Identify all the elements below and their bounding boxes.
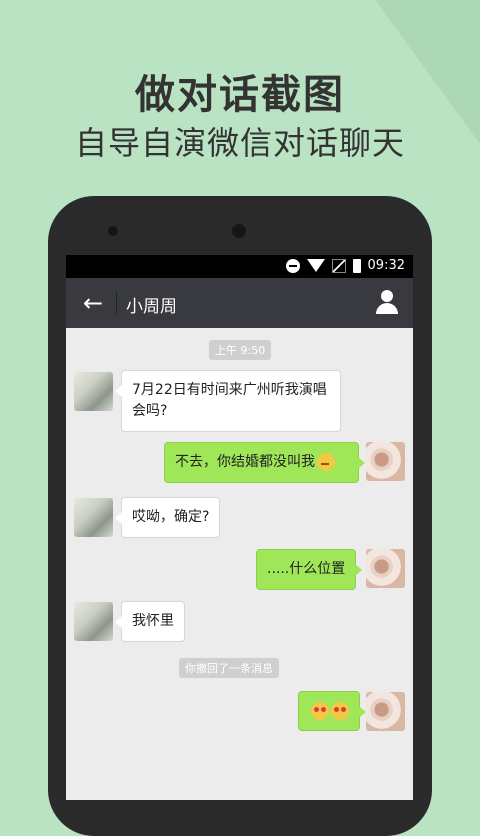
- status-bar: 09:32: [66, 255, 413, 278]
- status-time: 09:32: [367, 258, 405, 273]
- do-not-disturb-icon: [285, 258, 300, 273]
- thinking-emoji-icon: [317, 453, 335, 471]
- chat-title: 小周周: [126, 297, 177, 317]
- phone-screen: 09:32 ← 小周周 上午 9:50 7月22日有时间来广州听我演唱会吗? 不…: [66, 255, 413, 800]
- phone-sensor: [108, 226, 118, 236]
- contact-profile-icon[interactable]: [375, 290, 399, 316]
- message-text: 7月22日有时间来广州听我演唱会吗?: [132, 382, 327, 419]
- message-bubble-incoming[interactable]: 我怀里: [115, 601, 185, 642]
- self-avatar[interactable]: [366, 549, 405, 588]
- contact-avatar[interactable]: [74, 372, 113, 411]
- back-arrow-icon[interactable]: ←: [78, 288, 108, 318]
- message-bubble-outgoing[interactable]: 不去，你结婚都没叫我: [164, 442, 365, 483]
- self-avatar[interactable]: [366, 442, 405, 481]
- promo-headline: 做对话截图: [135, 72, 345, 118]
- message-text: 哎呦，确定?: [132, 509, 210, 525]
- heart-eyes-emoji-icon: [311, 702, 329, 720]
- message-bubble-outgoing[interactable]: .....什么位置: [256, 549, 363, 590]
- promo-subheadline: 自导自演微信对话聊天: [74, 124, 405, 162]
- contact-avatar[interactable]: [74, 498, 113, 537]
- phone-camera: [232, 224, 246, 238]
- message-bubble-incoming[interactable]: 哎呦，确定?: [114, 497, 221, 538]
- battery-icon: [352, 258, 361, 273]
- self-avatar[interactable]: [366, 692, 405, 731]
- no-signal-icon: [331, 258, 346, 273]
- message-bubble-incoming[interactable]: 7月22日有时间来广州听我演唱会吗?: [115, 370, 341, 432]
- chat-app-bar: ← 小周周: [66, 278, 413, 328]
- appbar-divider: [116, 292, 117, 314]
- recall-notice: 你撤回了一条消息: [179, 658, 279, 678]
- message-bubble-outgoing[interactable]: [298, 691, 366, 731]
- time-badge: 上午 9:50: [209, 340, 272, 360]
- message-text: 我怀里: [132, 613, 174, 629]
- wifi-icon: [306, 259, 325, 272]
- message-text: .....什么位置: [267, 561, 346, 577]
- contact-avatar[interactable]: [74, 602, 113, 641]
- heart-eyes-emoji-icon: [331, 702, 349, 720]
- message-text: 不去，你结婚都没叫我: [175, 454, 315, 470]
- message-list[interactable]: 上午 9:50 7月22日有时间来广州听我演唱会吗? 不去，你结婚都没叫我 哎呦…: [66, 328, 413, 800]
